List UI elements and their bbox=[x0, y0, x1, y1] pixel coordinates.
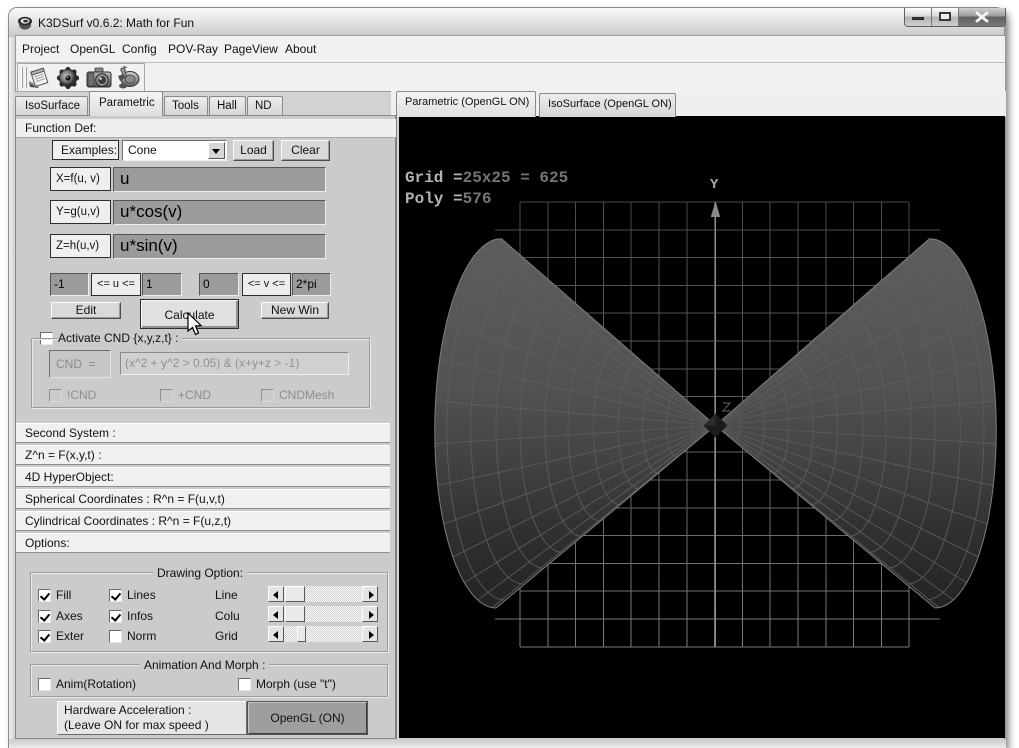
svg-text:Poly =576: Poly =576 bbox=[405, 190, 491, 208]
svg-text:Y: Y bbox=[710, 177, 719, 193]
svg-text:Grid =25x25 = 625: Grid =25x25 = 625 bbox=[405, 169, 568, 187]
